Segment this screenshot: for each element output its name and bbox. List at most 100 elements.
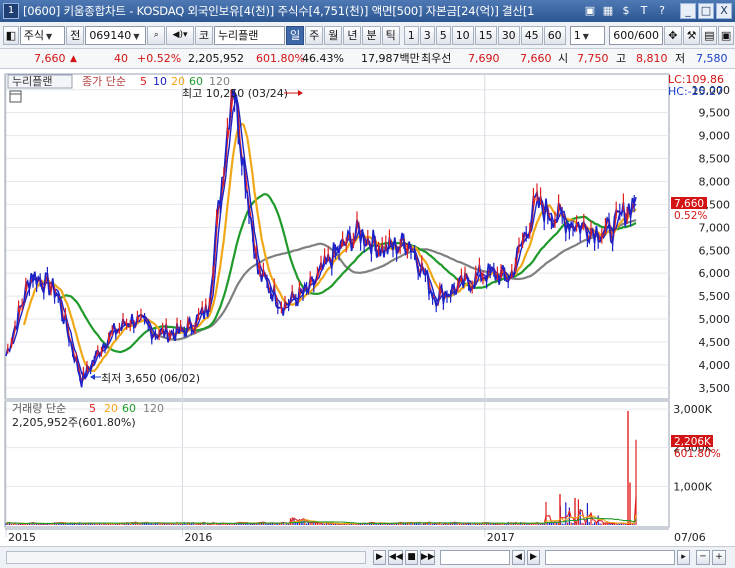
price-tick-label: 9,500: [699, 107, 731, 120]
ask-label: 최우선: [421, 52, 452, 65]
pin-icon[interactable]: ◧: [3, 25, 19, 45]
period-tick[interactable]: 틱: [381, 25, 400, 45]
open-label: 시: [558, 52, 569, 65]
stock-code-value: 069140: [89, 28, 132, 42]
legend-ma-label: 종가 단순: [82, 75, 126, 88]
interval-60[interactable]: 60: [543, 25, 566, 45]
high-label: 고: [616, 52, 627, 65]
chevron-down-icon: ▼: [133, 31, 140, 41]
low-price: 7,580: [696, 52, 728, 65]
high-price: 8,810: [636, 52, 668, 65]
vol-legend-120: 120: [143, 402, 164, 415]
calendar-icon[interactable]: [9, 90, 22, 103]
price-tick-label: 8,500: [699, 153, 731, 166]
volume-pct: 601.80%: [256, 52, 305, 65]
chevron-down-icon: ▼: [582, 31, 589, 41]
stock-name-field: 누리플랜: [213, 25, 285, 45]
price-tag-value: 7,660: [674, 198, 704, 210]
volume-tag-value: 2,206K: [674, 436, 712, 448]
market-label[interactable]: 코: [194, 25, 213, 45]
price-tick-label: 6,000: [699, 267, 731, 280]
low-annotation: 최저 3,650 (06/02): [101, 372, 200, 385]
trade-amount: 17,987백만: [361, 52, 420, 65]
crosshair-icon[interactable]: ✥: [663, 25, 682, 45]
x-axis-label: 2017: [487, 531, 515, 544]
volume-pct-tag: 601.80%: [674, 448, 721, 460]
count-input[interactable]: 600/600: [609, 25, 663, 45]
ask-price: 7,690: [468, 52, 500, 65]
zoom-range-track[interactable]: [545, 550, 675, 565]
grid-icon[interactable]: ▦: [600, 3, 616, 19]
interval-3[interactable]: 3: [419, 25, 435, 45]
rewind-button[interactable]: ◀◀: [388, 550, 403, 565]
price-tick-label: 5,000: [699, 313, 731, 326]
window-number: 1: [3, 3, 19, 19]
price-change-pct: +0.52%: [137, 52, 182, 65]
interval-45[interactable]: 45: [520, 25, 543, 45]
interval-10[interactable]: 10: [451, 25, 474, 45]
vol-legend-60: 60: [122, 402, 136, 415]
volume-legend-title: 거래량 단순: [12, 402, 66, 415]
interval-select[interactable]: 1 ▼: [569, 25, 606, 45]
window-title: [0600] 키움종합차트 - KOSDAQ 외국인보유[4(천)] 주식수[4…: [23, 4, 535, 18]
price-volume-chart[interactable]: 10,0009,5009,0008,5008,0007,5007,0006,50…: [0, 69, 735, 546]
interval-1[interactable]: 1: [403, 25, 419, 45]
stock-code-input[interactable]: 069140 ▼: [85, 25, 147, 45]
tools-icon[interactable]: ⚒: [682, 25, 701, 45]
zoom-in-button[interactable]: +: [712, 550, 726, 565]
vol-legend-5: 5: [89, 402, 96, 415]
minimize-button[interactable]: _: [680, 3, 696, 19]
scroll-left-button[interactable]: ◀: [512, 550, 525, 565]
zoom-slider-track[interactable]: [440, 550, 510, 565]
current-price: 7,660: [34, 52, 66, 65]
interval-30[interactable]: 30: [497, 25, 520, 45]
turnover-pct: 46.43%: [302, 52, 344, 65]
price-tick-label: 9,000: [699, 130, 731, 143]
play-button[interactable]: ▶: [373, 550, 386, 565]
prev-button[interactable]: 전: [66, 25, 85, 45]
link-icon[interactable]: ▣: [582, 3, 598, 19]
speaker-icon[interactable]: ◀)▾: [166, 25, 194, 45]
period-week[interactable]: 주: [305, 25, 324, 45]
bid-price: 7,660: [520, 52, 552, 65]
chart-area[interactable]: 10,000 9,500 9,000 8,500 8,000 7,500 7,000 6,50…: [0, 69, 735, 546]
price-tick-label: 4,000: [699, 359, 731, 372]
period-month[interactable]: 월: [324, 25, 343, 45]
chevron-down-icon: ▼: [46, 31, 53, 41]
volume-tick-label: 3,000K: [673, 403, 712, 416]
interval-5[interactable]: 5: [435, 25, 451, 45]
font-icon[interactable]: T: [636, 3, 652, 19]
settings-icon[interactable]: ▣: [718, 25, 735, 45]
pct-tag-value: 0.52%: [674, 210, 707, 222]
window-titlebar: 1 [0600] 키움종합차트 - KOSDAQ 외국인보유[4(천)] 주식수…: [0, 0, 735, 22]
legend-ma10: 10: [153, 75, 167, 88]
x-right-label: 07/06: [674, 531, 706, 544]
search-icon[interactable]: ⌕: [147, 25, 166, 45]
hc-label: HC:-25.27: [668, 85, 723, 98]
save-icon[interactable]: ▤: [701, 25, 718, 45]
legend-ma5: 5: [140, 75, 147, 88]
zoom-out-button[interactable]: ─: [696, 550, 710, 565]
price-tick-label: 6,500: [699, 244, 731, 257]
count-value: 600: [613, 28, 635, 42]
bottom-navigation: ▶ ◀◀ ■ ▶▶ ◀ ▶ ▸ ─ +: [0, 546, 735, 568]
count-total: /600: [634, 28, 659, 42]
range-right-button[interactable]: ▸: [677, 550, 690, 565]
price-change: 40: [114, 52, 128, 65]
close-button[interactable]: X: [716, 3, 732, 19]
period-day[interactable]: 일: [285, 25, 305, 45]
scroll-right-button[interactable]: ▶: [527, 550, 540, 565]
dollar-icon[interactable]: $: [618, 3, 634, 19]
help-icon[interactable]: ?: [654, 3, 670, 19]
stop-button[interactable]: ■: [405, 550, 418, 565]
interval-15[interactable]: 15: [474, 25, 497, 45]
horizontal-scrollbar[interactable]: [6, 551, 366, 564]
low-label: 저: [675, 52, 686, 65]
maximize-button[interactable]: □: [698, 3, 714, 19]
period-minute[interactable]: 분: [362, 25, 381, 45]
forward-button[interactable]: ▶▶: [420, 550, 435, 565]
price-tick-label: 7,000: [699, 221, 731, 234]
period-year[interactable]: 년: [343, 25, 362, 45]
stock-type-select[interactable]: 주식 ▼: [19, 25, 66, 45]
interval-value: 1: [573, 28, 581, 42]
